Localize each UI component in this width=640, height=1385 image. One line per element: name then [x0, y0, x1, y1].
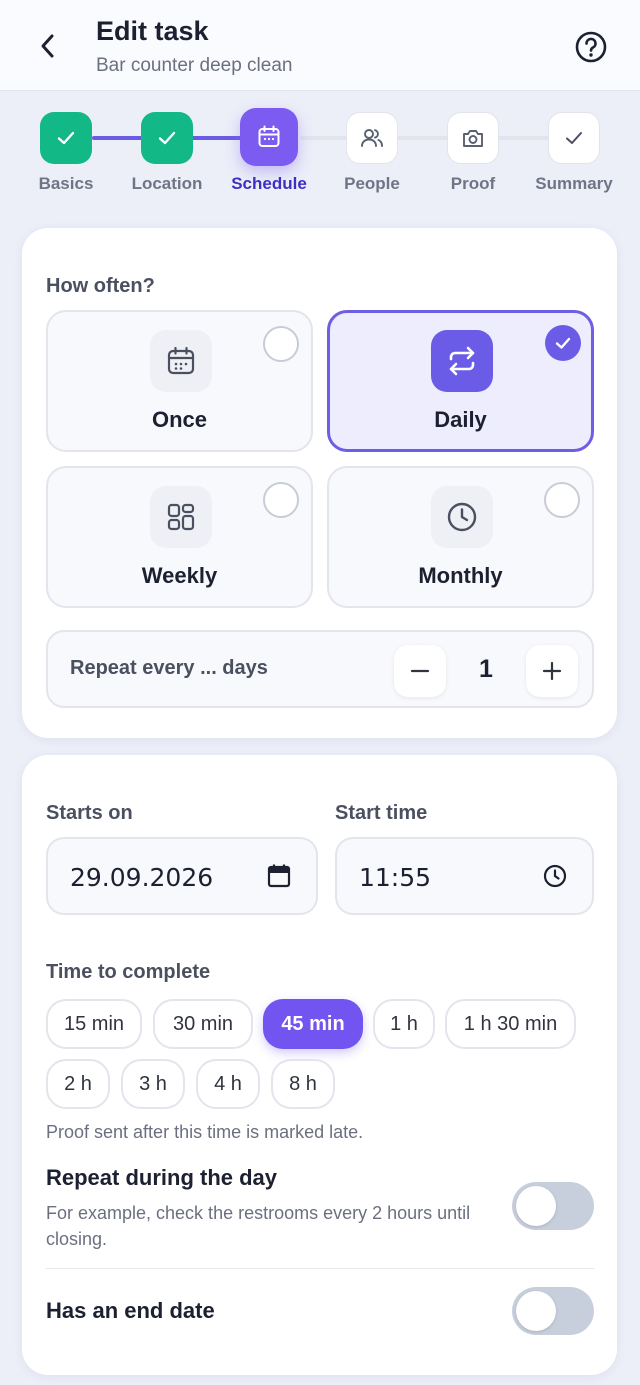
camera-icon	[463, 130, 483, 147]
step-location[interactable]	[141, 112, 193, 164]
start-time-label: Start time	[335, 802, 428, 824]
step-people[interactable]	[346, 112, 398, 164]
frequency-option-once[interactable]: Once	[46, 310, 313, 452]
step-label-proof: Proof	[450, 174, 496, 193]
frequency-option-monthly[interactable]: Monthly	[327, 466, 594, 608]
repeat-during-day-description: For example, check the restrooms every 2…	[46, 1203, 471, 1249]
step-label-basics: Basics	[38, 174, 94, 193]
app-header: Edit task Bar counter deep clean	[0, 0, 640, 91]
back-button[interactable]	[30, 28, 66, 64]
repeat-icon	[431, 330, 493, 392]
repeat-during-day-toggle[interactable]	[512, 1182, 594, 1230]
duration-chip-selected[interactable]: 45 min	[263, 999, 363, 1049]
duration-chip[interactable]: 4 h	[196, 1059, 260, 1109]
step-proof[interactable]	[447, 112, 499, 164]
frequency-option-daily[interactable]: Daily	[327, 310, 594, 452]
end-date-toggle[interactable]	[512, 1287, 594, 1335]
step-label-location: Location	[131, 174, 203, 193]
duration-chip[interactable]: 1 h 30 min	[445, 999, 576, 1049]
radio-unchecked[interactable]	[263, 482, 299, 518]
repeat-during-day-label: Repeat during the day	[46, 1165, 278, 1190]
decrement-button[interactable]	[394, 645, 446, 697]
repeat-interval-value: 1	[479, 655, 493, 683]
radio-checked[interactable]	[545, 325, 581, 361]
chevron-left-icon	[41, 34, 54, 58]
step-basics[interactable]	[40, 112, 92, 164]
duration-chip[interactable]: 2 h	[46, 1059, 110, 1109]
check-icon	[158, 131, 176, 145]
calendar-icon	[150, 330, 212, 392]
grid-icon	[150, 486, 212, 548]
step-summary[interactable]	[548, 112, 600, 164]
help-circle-icon	[575, 31, 607, 63]
duration-chip[interactable]: 30 min	[153, 999, 253, 1049]
duration-chip[interactable]: 15 min	[46, 999, 142, 1049]
toggle-knob	[516, 1291, 556, 1331]
page-title: Edit task	[96, 16, 209, 46]
frequency-option-label: Monthly	[418, 563, 503, 588]
repeat-interval-row: Repeat every ... days 1	[46, 630, 594, 708]
late-note: Proof sent after this time is marked lat…	[46, 1122, 364, 1142]
starts-on-label: Starts on	[46, 802, 133, 824]
stepper-line-pending	[300, 136, 574, 140]
time-to-complete-label: Time to complete	[46, 961, 211, 983]
how-often-label: How often?	[46, 275, 155, 297]
page-subtitle: Bar counter deep clean	[96, 55, 293, 76]
clock-icon	[431, 486, 493, 548]
frequency-option-label: Daily	[434, 407, 487, 432]
end-date-label: Has an end date	[46, 1298, 215, 1323]
calendar-icon[interactable]	[266, 863, 292, 889]
toggle-knob	[516, 1186, 556, 1226]
frequency-option-label: Once	[151, 407, 208, 432]
duration-chip[interactable]: 8 h	[271, 1059, 335, 1109]
help-button[interactable]	[572, 28, 610, 66]
progress-stepper: Basics Location Schedule People Proof Su…	[0, 100, 640, 200]
calendar-icon	[258, 125, 280, 147]
check-icon	[57, 131, 75, 145]
check-icon	[555, 337, 571, 349]
frequency-option-weekly[interactable]: Weekly	[46, 466, 313, 608]
repeat-interval-label: Repeat every ... days	[70, 657, 268, 679]
minus-icon	[410, 669, 430, 673]
step-schedule[interactable]	[240, 108, 298, 166]
clock-icon[interactable]	[542, 863, 568, 889]
start-time-value: 11:55	[359, 863, 432, 892]
start-date-value: 29.09.2026	[70, 863, 214, 892]
duration-chip[interactable]: 1 h	[373, 999, 435, 1049]
start-time-field[interactable]: 11:55	[335, 837, 594, 915]
plus-icon	[542, 661, 562, 681]
increment-button[interactable]	[526, 645, 578, 697]
schedule-card: Starts on Start time 29.09.2026 11:55 Ti…	[22, 755, 617, 1375]
radio-unchecked[interactable]	[263, 326, 299, 362]
step-label-schedule: Schedule	[231, 174, 307, 193]
radio-unchecked[interactable]	[544, 482, 580, 518]
duration-chip[interactable]: 3 h	[121, 1059, 185, 1109]
step-label-people: People	[344, 174, 400, 193]
frequency-option-label: Weekly	[141, 563, 218, 588]
check-icon	[566, 132, 582, 144]
divider	[46, 1268, 594, 1269]
people-icon	[361, 129, 383, 147]
frequency-card: How often? Once Daily Weekly Monthly Rep…	[22, 228, 617, 738]
start-date-field[interactable]: 29.09.2026	[46, 837, 318, 915]
step-label-summary: Summary	[535, 174, 613, 193]
